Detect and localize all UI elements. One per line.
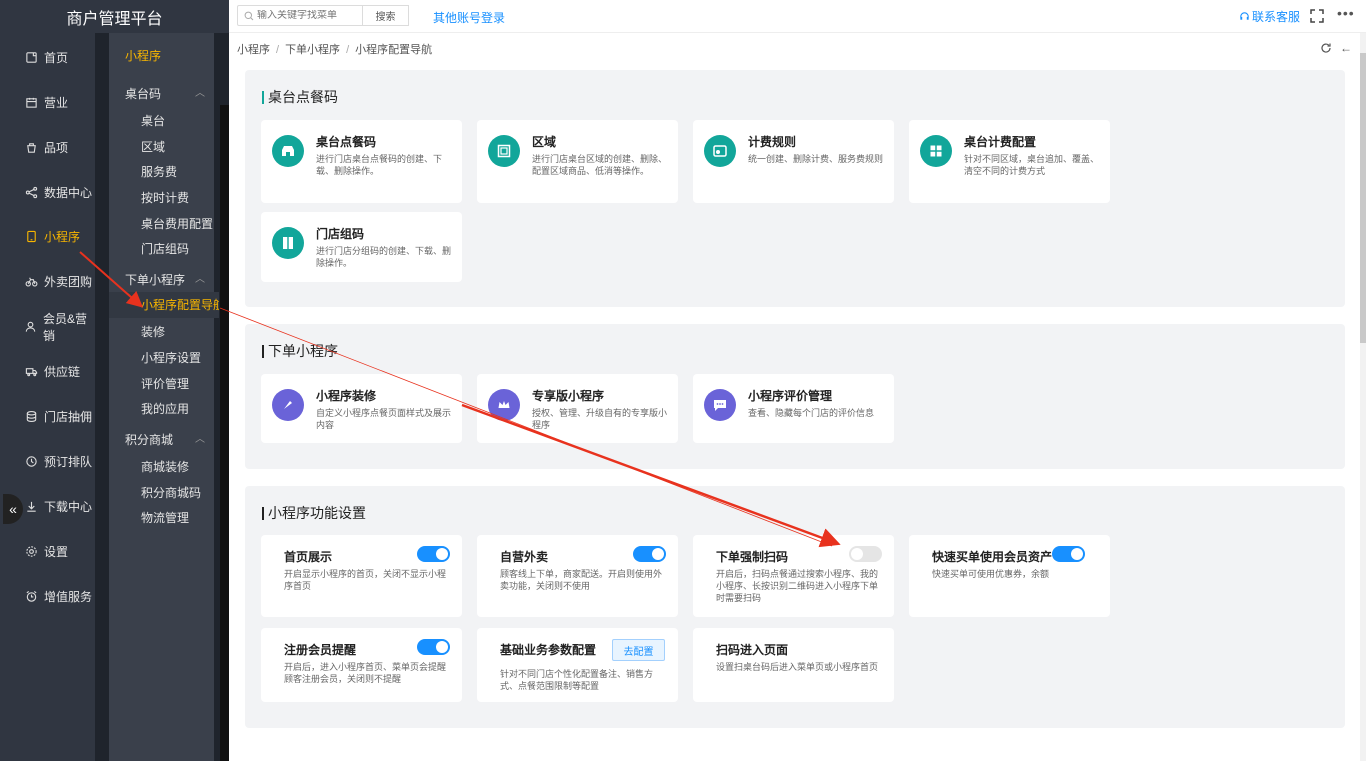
clock-icon [24, 455, 38, 469]
subnav-scrollbar[interactable] [220, 105, 229, 761]
member-assets-toggle[interactable] [1052, 546, 1085, 562]
section-title: 桌台点餐码 [262, 87, 338, 107]
shop-icon [272, 135, 304, 167]
back-arrow-icon[interactable]: ← [1340, 41, 1352, 55]
phone-icon [24, 230, 38, 244]
card-table-order-code[interactable]: 桌台点餐码 进行门店桌台点餐码的创建、下载、删除操作。 [261, 120, 462, 203]
setting-card-self-delivery: 自营外卖 顾客线上下单，商家配送。开启则使用外卖功能，关闭则不使用 [477, 535, 678, 617]
top-bar: 搜索 其他账号登录 联系客服 ••• [229, 0, 1366, 33]
nav-item-home[interactable]: 首页 [0, 35, 95, 80]
grid-icon [920, 135, 952, 167]
nav-item-value-added[interactable]: 增值服务 [0, 574, 95, 619]
nav-item-business[interactable]: 营业 [0, 80, 95, 125]
gear-icon [24, 545, 38, 559]
truck-icon [24, 365, 38, 379]
headset-icon [1240, 12, 1249, 20]
download-icon [24, 500, 38, 514]
subnav-group-order-mini-program[interactable]: 下单小程序 ︿ [125, 271, 215, 288]
subnav-item-config-nav[interactable]: 小程序配置导航 [109, 292, 219, 318]
section-title: 小程序功能设置 [262, 503, 366, 523]
subnav-item-store-group-code[interactable]: 门店组码 [141, 240, 189, 257]
nav-item-products[interactable]: 品项 [0, 125, 95, 170]
nav-item-delivery[interactable]: 外卖团购 [0, 259, 95, 304]
crown-icon [488, 389, 520, 421]
setting-card-basic-params: 基础业务参数配置 去配置 针对不同门店个性化配置备注、销售方式、点餐范围限制等配… [477, 628, 678, 702]
other-account-login-link[interactable]: 其他账号登录 [433, 9, 505, 26]
brush-icon [272, 389, 304, 421]
area-icon [488, 135, 520, 167]
go-configure-button[interactable]: 去配置 [612, 639, 665, 661]
subnav-item-decoration[interactable]: 装修 [141, 323, 165, 340]
setting-card-force-scan: 下单强制扫码 开启后，扫码点餐通过搜索小程序、我的小程序、长按识别二维码进入小程… [693, 535, 894, 617]
setting-card-member-assets: 快速买单使用会员资产 快速买单可使用优惠券，余额 [909, 535, 1110, 617]
door-icon [272, 227, 304, 259]
alarm-icon [24, 590, 38, 604]
search-icon [244, 11, 254, 20]
share-icon [24, 186, 38, 200]
chevron-up-icon: ︿ [195, 88, 205, 99]
subnav-item-review-manage[interactable]: 评价管理 [141, 375, 189, 392]
home-display-toggle[interactable] [417, 546, 450, 562]
subnav-item-timed-billing[interactable]: 按时计费 [141, 189, 189, 206]
page-scrollbar[interactable] [1360, 33, 1366, 761]
nav-item-data-center[interactable]: 数据中心 [0, 170, 95, 215]
subnav-item-table[interactable]: 桌台 [141, 112, 165, 129]
fullscreen-icon[interactable] [1309, 8, 1325, 24]
nav-item-mini-program[interactable]: 小程序 [0, 214, 95, 259]
primary-sidebar: 首页 营业 品项 数据中心 小程序 外卖团购 会员&营销 供应链 门店抽佣 预订… [0, 0, 95, 761]
home-icon [24, 51, 38, 65]
billing-icon [704, 135, 736, 167]
breadcrumb-item[interactable]: 下单小程序 [285, 44, 340, 56]
setting-card-home-display: 首页展示 开启显示小程序的首页，关闭不显示小程序首页 [261, 535, 462, 617]
subnav-group-points-mall[interactable]: 积分商城 ︿ [125, 431, 215, 448]
register-reminder-toggle[interactable] [417, 639, 450, 655]
card-billing-rules[interactable]: 计费规则 统一创建、删除计费、服务费规则 [693, 120, 894, 203]
card-mini-decoration[interactable]: 小程序装修 自定义小程序点餐页面样式及展示内容 [261, 374, 462, 443]
bike-icon [24, 275, 38, 289]
database-icon [24, 410, 38, 424]
user-icon [24, 320, 37, 334]
search-button[interactable]: 搜索 [362, 5, 409, 26]
app-brand: 商户管理平台 [0, 0, 229, 33]
subnav-item-service-fee[interactable]: 服务费 [141, 163, 177, 180]
subnav-item-mall-decoration[interactable]: 商城装修 [141, 458, 189, 475]
subnav-item-logistics[interactable]: 物流管理 [141, 509, 189, 526]
subnav-item-area[interactable]: 区域 [141, 138, 165, 155]
subnav-group-table-code[interactable]: 桌台码 ︿ [125, 85, 215, 102]
breadcrumb: 小程序 / 下单小程序 / 小程序配置导航 [237, 44, 433, 56]
card-table-billing-config[interactable]: 桌台计费配置 针对不同区域，桌台追加、覆盖、清空不同的计费方式 [909, 120, 1110, 203]
breadcrumb-item[interactable]: 小程序 [237, 44, 270, 56]
refresh-icon[interactable] [1320, 42, 1332, 54]
card-area[interactable]: 区域 进行门店桌台区域的创建、删除、配置区域商品、低消等操作。 [477, 120, 678, 203]
chevron-up-icon: ︿ [195, 274, 205, 285]
nav-item-reservation[interactable]: 预订排队 [0, 439, 95, 484]
force-scan-toggle[interactable] [849, 546, 882, 562]
setting-card-scan-entry[interactable]: 扫码进入页面 设置扫桌台码后进入菜单页或小程序首页 [693, 628, 894, 702]
nav-item-supply-chain[interactable]: 供应链 [0, 349, 95, 394]
card-exclusive-mini[interactable]: 专享版小程序 授权、管理、升级自有的专享版小程序 [477, 374, 678, 443]
search-input[interactable] [257, 10, 357, 21]
calendar-icon [24, 96, 38, 110]
subnav-header: 小程序 [125, 49, 162, 63]
nav-item-membership[interactable]: 会员&营销 [0, 304, 95, 349]
card-review-manage[interactable]: 小程序评价管理 查看、隐藏每个门店的评价信息 [693, 374, 894, 443]
subnav-item-table-fee-config[interactable]: 桌台费用配置 [141, 215, 213, 232]
comment-icon [704, 389, 736, 421]
self-delivery-toggle[interactable] [633, 546, 666, 562]
contact-support-link[interactable]: 联系客服 [1239, 8, 1300, 25]
menu-search-box[interactable] [237, 5, 363, 26]
subnav-item-mall-code[interactable]: 积分商城码 [141, 484, 201, 501]
nav-item-commission[interactable]: 门店抽佣 [0, 394, 95, 439]
nav-item-settings[interactable]: 设置 [0, 529, 95, 574]
more-icon[interactable]: ••• [1337, 5, 1355, 21]
subnav-item-mini-settings[interactable]: 小程序设置 [141, 349, 201, 366]
breadcrumb-item-current: 小程序配置导航 [355, 44, 433, 56]
section-title: 下单小程序 [262, 341, 338, 361]
bag-icon [24, 141, 38, 155]
setting-card-register-reminder: 注册会员提醒 开启后，进入小程序首页、菜单页会提醒顾客注册会员，关闭则不提醒 [261, 628, 462, 702]
card-store-group-code[interactable]: 门店组码 进行门店分组码的创建、下载、删除操作。 [261, 212, 462, 282]
chevron-up-icon: ︿ [195, 434, 205, 445]
subnav-item-my-apps[interactable]: 我的应用 [141, 400, 189, 417]
